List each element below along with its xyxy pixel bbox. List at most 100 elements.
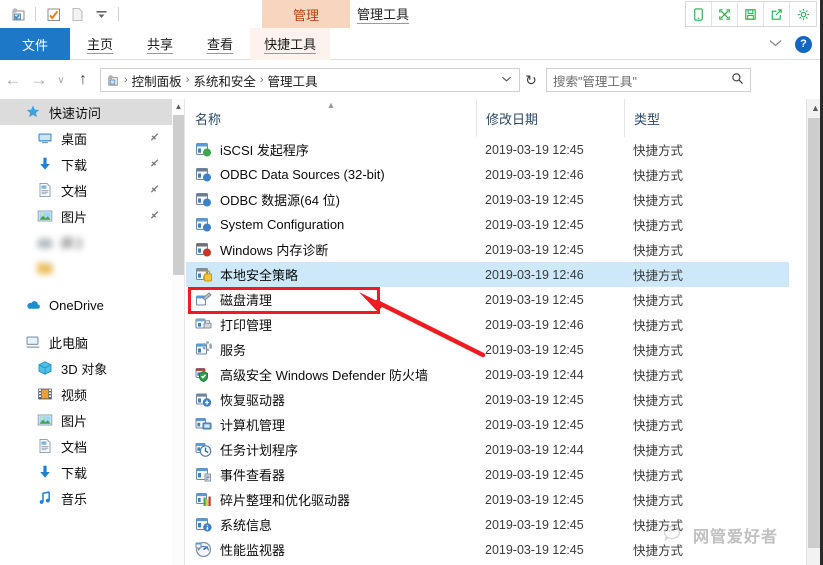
table-row[interactable]: 磁盘清理 2019-03-19 12:45 快捷方式 [186, 287, 789, 312]
sidebar-item-13[interactable]: 下载 [0, 459, 172, 485]
address-dropdown-icon[interactable] [501, 75, 515, 86]
search-input[interactable]: 搜索"管理工具" [546, 68, 751, 92]
file-name-label: 服务 [220, 343, 247, 358]
table-row[interactable]: 恢复驱动器 2019-03-19 12:45 快捷方式 [186, 387, 789, 412]
column-header-type[interactable]: 类型 [624, 99, 754, 137]
new-folder-icon[interactable] [43, 4, 63, 24]
sidebar-item-6[interactable] [0, 255, 172, 281]
table-row[interactable]: 碎片整理和优化驱动器 2019-03-19 12:45 快捷方式 [186, 487, 789, 512]
nav-scroll-up-icon[interactable]: ▲ [172, 99, 185, 113]
fullscreen-icon[interactable] [712, 2, 738, 26]
mobile-icon[interactable] [686, 2, 712, 26]
task-scheduler-icon [195, 441, 212, 458]
list-scroll-thumb[interactable] [808, 118, 820, 548]
tab-file[interactable]: 文件 [0, 28, 71, 60]
customize-dropdown-icon[interactable] [91, 4, 111, 24]
address-input[interactable]: › 控制面板 › 系统和安全 › 管理工具 [100, 68, 520, 92]
search-icon[interactable] [731, 72, 744, 88]
column-header-name[interactable]: ▲ 名称 [186, 99, 476, 137]
table-row[interactable]: 计算机管理 2019-03-19 12:45 快捷方式 [186, 412, 789, 437]
file-list-scrollbar[interactable]: ▲ [806, 99, 820, 565]
breadcrumb-item-system-security[interactable]: 系统和安全 [190, 71, 259, 90]
chevron-down-icon[interactable] [768, 38, 783, 51]
sidebar-item-label: 快速访问 [49, 105, 102, 121]
forward-button[interactable]: → [26, 67, 52, 93]
tab-home[interactable]: 主页 [70, 28, 130, 60]
sidebar-item-4[interactable]: 图片 [0, 203, 172, 229]
table-row[interactable]: 服务 2019-03-19 12:45 快捷方式 [186, 337, 789, 362]
sidebar-item-11[interactable]: 图片 [0, 407, 172, 433]
file-date-cell: 2019-03-19 12:45 [485, 492, 584, 507]
table-row[interactable]: 系统信息 2019-03-19 12:45 快捷方式 [186, 512, 789, 537]
file-name-label: 计算机管理 [220, 418, 286, 433]
file-name-label: Windows 内存诊断 [220, 243, 329, 258]
sidebar-item-8[interactable]: 此电脑 [0, 329, 172, 355]
save-icon[interactable] [738, 2, 764, 26]
column-header-date[interactable]: 修改日期 [476, 99, 624, 137]
up-button[interactable]: ↑ [70, 67, 96, 93]
table-row[interactable]: ODBC Data Sources (32-bit) 2019-03-19 12:… [186, 162, 789, 187]
file-name-cell: System Configuration [186, 216, 476, 233]
table-row[interactable]: 高级安全 Windows Defender 防火墙 2019-03-19 12:4… [186, 362, 789, 387]
table-row[interactable]: Windows 内存诊断 2019-03-19 12:45 快捷方式 [186, 237, 789, 262]
table-row[interactable]: System Configuration 2019-03-19 12:45 快捷方式 [186, 212, 789, 237]
file-name-cell: 碎片整理和优化驱动器 [186, 490, 476, 509]
tab-shortcut-tools[interactable]: 快捷工具 [250, 28, 331, 60]
file-name-cell: 任务计划程序 [186, 440, 476, 459]
tab-view[interactable]: 查看 [190, 28, 250, 60]
properties-icon[interactable] [8, 4, 28, 24]
tab-share[interactable]: 共享 [130, 28, 190, 60]
sidebar-item-2[interactable]: 下载 [0, 151, 172, 177]
recent-locations-button[interactable]: ∨ [52, 67, 70, 93]
refresh-button[interactable]: ↻ [520, 72, 542, 89]
file-icon[interactable] [67, 4, 87, 24]
ribbon-tab-bar: 文件 主页 共享 查看 快捷工具 [0, 28, 820, 60]
search-placeholder: 搜索"管理工具" [553, 74, 637, 89]
list-scroll-up-icon[interactable]: ▲ [807, 99, 820, 116]
share-icon[interactable] [764, 2, 790, 26]
nav-scroll-thumb[interactable] [173, 115, 184, 275]
navigation-scrollbar[interactable]: ▲ [172, 99, 185, 565]
sidebar-item-1[interactable]: 桌面 [0, 125, 172, 151]
pin-icon[interactable] [145, 181, 163, 199]
sidebar-item-0[interactable]: 快速访问 [0, 99, 172, 125]
file-date-cell: 2019-03-19 12:44 [485, 367, 584, 382]
sidebar-item-5[interactable]: (E:) [0, 229, 172, 255]
file-date-cell: 2019-03-19 12:45 [485, 242, 584, 257]
file-date-cell: 2019-03-19 12:45 [485, 342, 584, 357]
file-date-cell: 2019-03-19 12:46 [485, 267, 584, 282]
table-row[interactable]: ODBC 数据源(64 位) 2019-03-19 12:45 快捷方式 [186, 187, 789, 212]
forward-label: → [30, 70, 48, 89]
file-date-cell: 2019-03-19 12:45 [485, 292, 584, 307]
settings-gear-icon[interactable] [790, 2, 816, 26]
tab-home-label: 主页 [87, 34, 114, 54]
sidebar-item-3[interactable]: 文档 [0, 177, 172, 203]
sidebar-item-9[interactable]: 3D 对象 [0, 355, 172, 381]
back-button[interactable]: ← [0, 67, 26, 93]
pin-icon[interactable] [145, 207, 163, 225]
help-label: ? [800, 38, 807, 50]
table-row[interactable]: 性能监视器 2019-03-19 12:45 快捷方式 [186, 537, 789, 562]
title-bar: 管理 管理工具 [0, 0, 820, 28]
table-row[interactable]: iSCSI 发起程序 2019-03-19 12:45 快捷方式 [186, 137, 789, 162]
table-row[interactable]: 打印管理 2019-03-19 12:46 快捷方式 [186, 312, 789, 337]
table-row[interactable]: 任务计划程序 2019-03-19 12:44 快捷方式 [186, 437, 789, 462]
pin-icon[interactable] [145, 155, 163, 173]
pin-icon[interactable] [145, 129, 163, 147]
help-button[interactable]: ? [795, 35, 812, 53]
tab-shortcut-tools-label: 快捷工具 [264, 34, 317, 54]
sidebar-item-12[interactable]: 文档 [0, 433, 172, 459]
breadcrumb-item-control-panel[interactable]: 控制面板 [129, 71, 185, 90]
file-name-label: 性能监视器 [220, 543, 286, 558]
file-type-cell: 快捷方式 [633, 319, 684, 333]
sidebar-item-7[interactable]: OneDrive [0, 292, 172, 318]
contextual-tab-manage[interactable]: 管理 [262, 0, 350, 28]
table-row[interactable]: 本地安全策略 2019-03-19 12:46 快捷方式 [186, 262, 789, 287]
sidebar-item-14[interactable]: 音乐 [0, 485, 172, 511]
table-row[interactable]: 事件查看器 2019-03-19 12:45 快捷方式 [186, 462, 789, 487]
breadcrumb-item-admin-tools[interactable]: 管理工具 [265, 71, 321, 90]
file-name-cell: 打印管理 [186, 315, 476, 334]
sidebar-item-10[interactable]: 视频 [0, 381, 172, 407]
sidebar-item-label: 音乐 [61, 491, 88, 507]
file-date-cell: 2019-03-19 12:46 [485, 167, 584, 182]
